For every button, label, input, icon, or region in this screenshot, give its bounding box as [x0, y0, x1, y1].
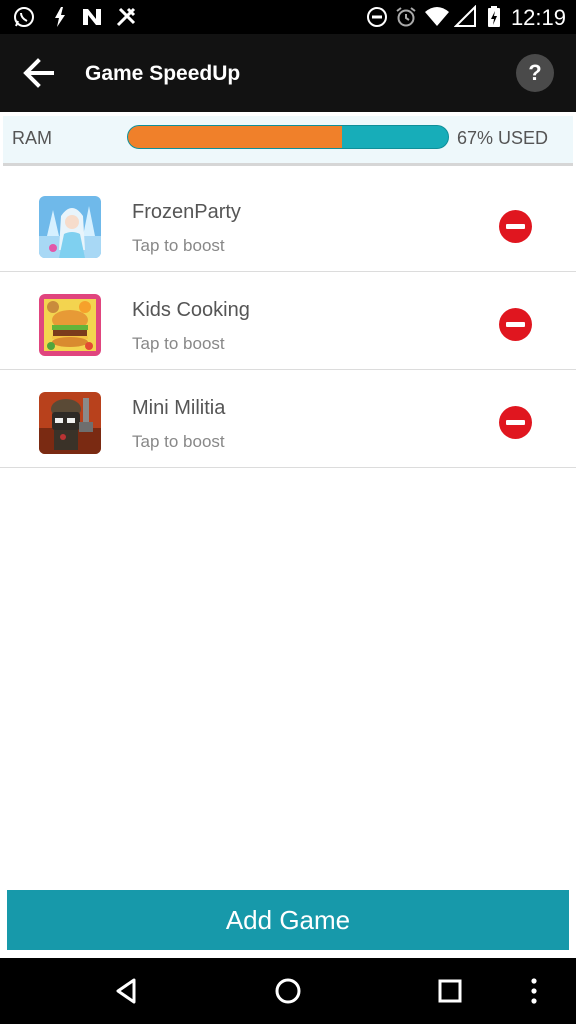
kids-cooking-icon	[39, 294, 101, 356]
game-subtitle: Tap to boost	[132, 432, 225, 451]
list-item[interactable]: FrozenParty Tap to boost	[0, 174, 576, 272]
back-icon[interactable]	[112, 976, 142, 1006]
add-game-button[interactable]: Add Game	[7, 890, 569, 950]
app-bar: Game SpeedUp ?	[0, 34, 576, 112]
recents-icon[interactable]	[435, 976, 465, 1006]
wifi-icon	[425, 7, 449, 26]
ram-progress-fill	[128, 126, 343, 148]
ram-used-text: 67% USED	[457, 128, 549, 148]
flash-icon	[55, 7, 65, 27]
navigation-bar	[0, 958, 576, 1024]
page-title: Game SpeedUp	[85, 62, 241, 85]
battery-icon	[488, 6, 500, 27]
remove-button[interactable]	[499, 406, 532, 439]
game-subtitle: Tap to boost	[132, 334, 225, 353]
remove-button[interactable]	[499, 210, 532, 243]
menu-icon[interactable]	[519, 976, 549, 1006]
list-item[interactable]: Kids Cooking Tap to boost	[0, 272, 576, 370]
home-icon[interactable]	[273, 976, 303, 1006]
game-list: FrozenParty Tap to boost Kids Cooking Ta…	[0, 174, 576, 468]
fork-icon	[116, 7, 136, 27]
ram-label: RAM	[12, 128, 52, 148]
list-item[interactable]: Mini Militia Tap to boost	[0, 370, 576, 468]
mini-militia-icon	[39, 392, 101, 454]
whatsapp-icon	[14, 7, 34, 27]
game-name: Kids Cooking	[132, 299, 250, 321]
frozen-party-icon	[39, 196, 101, 258]
ram-progress-track	[127, 125, 449, 149]
game-name: FrozenParty	[132, 201, 241, 223]
alarm-icon	[396, 7, 416, 27]
back-arrow-icon[interactable]	[18, 52, 60, 94]
help-button[interactable]: ?	[516, 54, 554, 92]
remove-button[interactable]	[499, 308, 532, 341]
game-subtitle: Tap to boost	[132, 236, 225, 255]
status-bar: 12:19	[0, 0, 576, 34]
do-not-disturb-icon	[367, 7, 387, 27]
game-name: Mini Militia	[132, 397, 226, 419]
ram-usage-bar: RAM 67% USED	[3, 116, 573, 166]
signal-icon	[454, 5, 476, 27]
status-time: 12:19	[510, 5, 566, 30]
news-icon	[83, 9, 101, 25]
